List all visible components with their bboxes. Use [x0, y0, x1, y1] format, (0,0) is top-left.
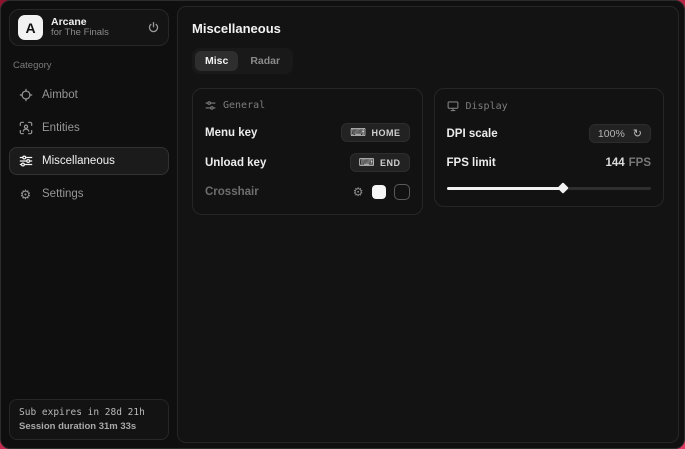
general-sliders-icon — [205, 100, 216, 111]
fps-limit-slider[interactable] — [447, 183, 652, 193]
sidebar-item-label: Entities — [42, 122, 80, 134]
unload-key-value: END — [380, 158, 401, 168]
crosshair-row: Crosshair ⚙ — [205, 183, 410, 201]
refresh-icon: ↻ — [633, 127, 642, 140]
sidebar-item-label: Settings — [42, 188, 84, 200]
brand-card: A Arcane for The Finals — [9, 9, 169, 46]
app-logo: A — [18, 15, 43, 40]
dpi-scale-value: 100% — [598, 128, 625, 140]
tab-misc[interactable]: Misc — [195, 51, 238, 71]
sidebar-item-label: Aimbot — [42, 89, 78, 101]
category-label: Category — [13, 60, 165, 71]
keyboard-icon: ⌨ — [359, 156, 375, 169]
display-card-header: Display — [447, 100, 652, 112]
brand-text: Arcane for The Finals — [51, 16, 139, 39]
page-title: Miscellaneous — [192, 21, 668, 36]
sidebar-item-entities[interactable]: Entities — [9, 114, 169, 142]
slider-thumb[interactable] — [557, 182, 568, 193]
crosshair-settings-gear-icon[interactable]: ⚙ — [353, 186, 364, 198]
slider-fill — [447, 187, 564, 190]
crosshair-icon — [18, 88, 33, 102]
cards-row: General Menu key ⌨ HOME Unload key ⌨ END — [188, 88, 668, 215]
sidebar: A Arcane for The Finals Category — [1, 1, 177, 448]
sidebar-nav: Aimbot Entities — [9, 81, 169, 208]
dpi-scale-label: DPI scale — [447, 128, 498, 140]
main-panel: Miscellaneous Misc Radar General — [177, 6, 679, 443]
dpi-scale-row: DPI scale 100% ↻ — [447, 124, 652, 143]
crosshair-outline-swatch[interactable] — [394, 184, 410, 200]
unload-key-row: Unload key ⌨ END — [205, 153, 410, 172]
session-duration-text: Session duration 31m 33s — [19, 421, 159, 432]
sliders-icon — [18, 154, 33, 168]
general-card: General Menu key ⌨ HOME Unload key ⌨ END — [192, 88, 423, 215]
general-card-header: General — [205, 100, 410, 111]
fps-unit: FPS — [629, 157, 651, 169]
app-subtitle: for The Finals — [51, 28, 139, 39]
sub-expires-text: Sub expires in 28d 21h — [19, 407, 159, 418]
fps-number: 144 — [605, 157, 624, 169]
keyboard-icon: ⌨ — [350, 126, 366, 139]
logo-letter: A — [25, 20, 35, 36]
sidebar-item-miscellaneous[interactable]: Miscellaneous — [9, 147, 169, 175]
crosshair-color-swatch[interactable] — [372, 185, 386, 199]
power-icon[interactable] — [147, 21, 160, 34]
menu-key-row: Menu key ⌨ HOME — [205, 123, 410, 142]
unload-key-button[interactable]: ⌨ END — [350, 153, 410, 172]
sidebar-item-aimbot[interactable]: Aimbot — [9, 81, 169, 109]
display-card-title: Display — [466, 101, 508, 112]
tab-radar[interactable]: Radar — [240, 51, 290, 71]
fps-limit-row: FPS limit 144 FPS — [447, 154, 652, 172]
general-card-title: General — [223, 100, 265, 111]
entity-scan-icon — [18, 121, 33, 135]
crosshair-label: Crosshair — [205, 186, 259, 198]
fps-limit-label: FPS limit — [447, 157, 496, 169]
app-window: A Arcane for The Finals Category — [0, 0, 685, 449]
menu-key-button[interactable]: ⌨ HOME — [341, 123, 409, 142]
sidebar-item-label: Miscellaneous — [42, 155, 115, 167]
crosshair-controls: ⚙ — [353, 184, 410, 200]
subscription-card: Sub expires in 28d 21h Session duration … — [9, 399, 169, 440]
display-card: Display DPI scale 100% ↻ FPS limit 144FP… — [434, 88, 665, 207]
fps-limit-value: 144 FPS — [605, 157, 651, 169]
monitor-icon — [447, 100, 459, 112]
menu-key-label: Menu key — [205, 127, 257, 139]
menu-key-value: HOME — [372, 128, 401, 138]
unload-key-label: Unload key — [205, 157, 266, 169]
tab-bar: Misc Radar — [192, 48, 293, 74]
gear-icon: ⚙ — [18, 188, 33, 201]
sidebar-item-settings[interactable]: ⚙ Settings — [9, 180, 169, 208]
dpi-scale-control[interactable]: 100% ↻ — [589, 124, 651, 143]
